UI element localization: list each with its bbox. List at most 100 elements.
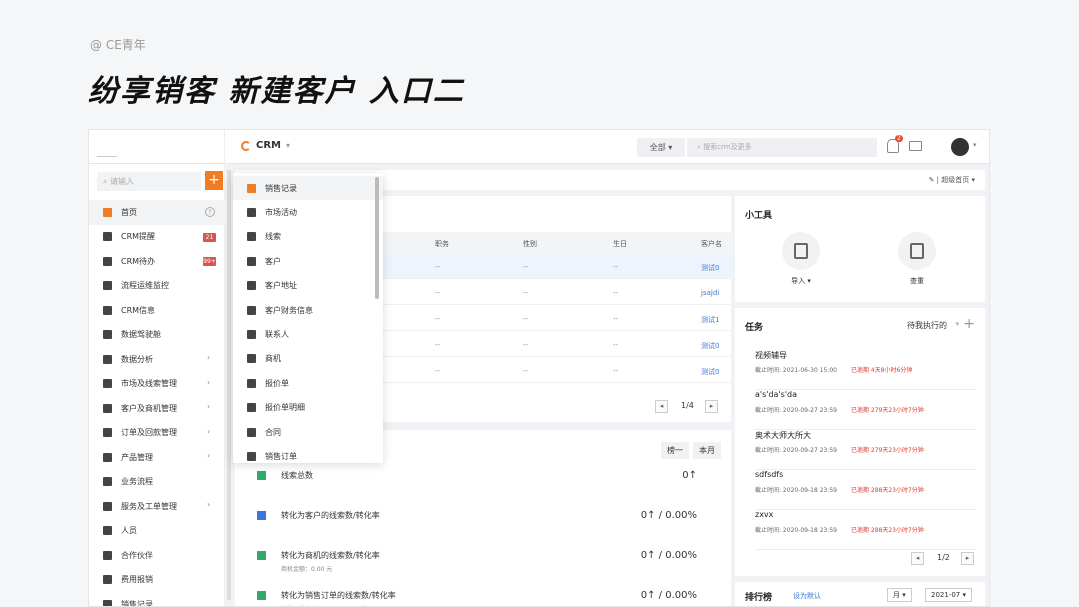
table-cell: --: [613, 289, 619, 297]
next-page-button[interactable]: ▸: [961, 552, 974, 565]
table-cell: --: [435, 263, 441, 271]
table-cell: --: [613, 263, 619, 271]
task-name: sdfsdfs: [755, 470, 784, 479]
chevron-down-icon[interactable]: ▾: [955, 320, 959, 328]
dropdown-item[interactable]: 报价单明细: [233, 396, 383, 420]
app-name: CRM: [256, 140, 281, 151]
stat-tab[interactable]: 榜一: [661, 442, 689, 459]
mail-icon[interactable]: [909, 141, 922, 151]
tool-label: 导入 ▾: [791, 277, 811, 285]
sidebar-item[interactable]: 人员: [89, 519, 225, 544]
task-item[interactable]: 视频辅导 截止时间: 2021-06-30 15:00 已逾期 4天8小时6分钟: [755, 350, 977, 390]
table-cell[interactable]: 测试0: [701, 367, 719, 377]
stat-tab[interactable]: 本月: [693, 442, 721, 459]
sidebar-item[interactable]: 费用报销: [89, 568, 225, 593]
dropdown-item[interactable]: 商机: [233, 347, 383, 371]
task-filter-select[interactable]: 待我执行的: [907, 320, 947, 331]
column-header[interactable]: 客户名: [701, 239, 722, 249]
sidebar-item[interactable]: 产品管理 ›: [89, 445, 225, 470]
sidebar-scrollbar[interactable]: [227, 170, 231, 600]
next-page-button[interactable]: ▸: [705, 400, 718, 413]
table-cell: --: [435, 315, 441, 323]
sidebar-menu: 首页? CRM提醒 21 CRM待办 99+ 流程运维监控 CRM信息数据驾驶舱数据分析 › 市…: [89, 200, 225, 606]
chevron-right-icon: ›: [207, 451, 211, 460]
sidebar-item-label: 数据驾驶舱: [121, 330, 161, 340]
chevron-right-icon: ›: [207, 377, 211, 387]
dropdown-item[interactable]: 客户地址: [233, 274, 383, 298]
dropdown-item[interactable]: 销售记录: [233, 176, 383, 201]
stat-sub: 商机金额：0.00 元: [281, 566, 333, 573]
sidebar-item[interactable]: 订单及回款管理 ›: [89, 421, 225, 446]
table-cell[interactable]: 测试0: [701, 341, 719, 351]
task-item[interactable]: a's'da's'da 截止时间: 2020-09-27 23:59 已逾期 279…: [755, 390, 977, 430]
dropdown-scrollbar[interactable]: [375, 177, 379, 299]
add-task-button[interactable]: +: [963, 316, 975, 332]
set-default-link[interactable]: 设为默认: [793, 591, 821, 601]
dropdown-item[interactable]: 市场活动: [233, 200, 383, 224]
object-icon: [247, 281, 256, 291]
sidebar-item[interactable]: 数据驾驶舱: [89, 323, 225, 348]
sidebar-item[interactable]: 首页?: [89, 200, 225, 225]
sidebar-item[interactable]: 市场及线索管理 ›: [89, 372, 225, 397]
import-tool[interactable]: 导入 ▾: [771, 232, 831, 286]
column-header[interactable]: 性别: [523, 239, 537, 249]
bell-icon: [103, 232, 112, 242]
dropdown-item-label: 线索: [265, 232, 281, 242]
dropdown-item[interactable]: 销售订单: [233, 444, 383, 463]
stat-label: 转化为客户的线索数/转化率: [281, 511, 380, 520]
sidebar-item[interactable]: 客户及商机管理 ›: [89, 396, 225, 421]
prev-page-button[interactable]: ◂: [911, 552, 924, 565]
sidebar-item[interactable]: 销售记录: [89, 592, 225, 606]
folder-icon: [103, 379, 112, 389]
home-selector[interactable]: ✎ | 超级首页 ▾: [929, 175, 975, 185]
month-select[interactable]: 2021-07 ▾: [925, 588, 972, 602]
task-item[interactable]: sdfsdfs 截止时间: 2020-09-18 23:59 已逾期 288天23小…: [755, 470, 977, 510]
chevron-down-icon[interactable]: ▾: [973, 141, 977, 149]
page-indicator: 1/4: [681, 401, 694, 410]
sidebar-item[interactable]: 数据分析 ›: [89, 347, 225, 372]
dropdown-item[interactable]: 客户财务信息: [233, 298, 383, 322]
dropdown-item[interactable]: 联系人: [233, 322, 383, 346]
sidebar-item[interactable]: CRM待办 99+: [89, 249, 225, 274]
tasks-title: 任务: [745, 323, 764, 333]
prev-page-button[interactable]: ◂: [655, 400, 668, 413]
table-cell[interactable]: 测试0: [701, 263, 719, 273]
sidebar-item[interactable]: CRM信息: [89, 298, 225, 323]
period-select[interactable]: 月 ▾: [887, 588, 912, 602]
table-cell[interactable]: jsajdi: [701, 289, 719, 297]
count-badge: 99+: [203, 257, 216, 266]
task-item[interactable]: zxvx 截止时间: 2020-09-18 23:59 已逾期 288天23小时7分…: [755, 510, 977, 550]
column-header[interactable]: 职务: [435, 239, 449, 249]
app-switcher[interactable]: CRM ▾: [241, 140, 290, 151]
sidebar-item[interactable]: 服务及工单管理 ›: [89, 494, 225, 519]
task-overdue: 已逾期 279天23小时7分钟: [851, 407, 924, 414]
help-icon[interactable]: ?: [205, 207, 215, 217]
check-duplicate-icon: [898, 232, 936, 270]
sidebar-item[interactable]: CRM提醒 21: [89, 225, 225, 250]
search-scope-select[interactable]: 全部 ▾: [637, 138, 685, 157]
dropdown-item-label: 商机: [265, 354, 281, 364]
global-search-input[interactable]: ⌕ 搜索crm及更多: [687, 138, 877, 157]
sidebar-item[interactable]: 业务流程: [89, 470, 225, 495]
dropdown-item-label: 销售订单: [265, 451, 297, 461]
user-avatar[interactable]: [951, 138, 969, 156]
sidebar-item[interactable]: 流程运维监控: [89, 274, 225, 299]
dropdown-item[interactable]: 线索: [233, 225, 383, 249]
folder-icon: [103, 403, 112, 413]
stat-label: 转化为商机的线索数/转化率: [281, 551, 380, 560]
duplicate-check-tool[interactable]: 查重: [887, 232, 947, 286]
stat-label: 线索总数: [281, 471, 313, 480]
sidebar-item[interactable]: 合作伙伴: [89, 543, 225, 568]
dropdown-item[interactable]: 报价单: [233, 371, 383, 395]
dropdown-item[interactable]: 合同: [233, 420, 383, 444]
sidebar-item-label: 服务及工单管理: [121, 501, 177, 511]
sidebar-search-placeholder: 请输入: [110, 177, 135, 186]
add-new-button[interactable]: +: [205, 171, 223, 190]
column-header[interactable]: 生日: [613, 239, 627, 249]
task-item[interactable]: 奥术大师大所大 截止时间: 2020-09-27 23:59 已逾期 279天23小…: [755, 430, 977, 470]
table-cell[interactable]: 测试1: [701, 315, 719, 325]
sidebar-search-input[interactable]: ⌕ 请输入: [97, 172, 201, 191]
sidebar-item-label: 产品管理: [121, 452, 153, 462]
dropdown-item[interactable]: 客户: [233, 249, 383, 273]
folder-icon: [103, 428, 112, 438]
